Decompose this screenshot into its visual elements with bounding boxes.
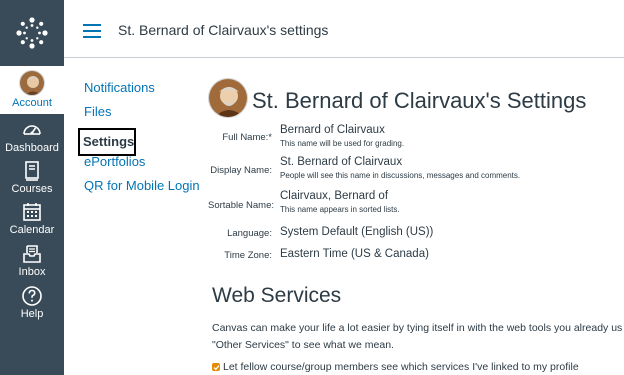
language-value[interactable]: System Default (English (US))	[280, 226, 433, 248]
sortable-name-value-group: Clairvaux, Bernard of This name appears …	[280, 190, 400, 226]
time-zone-label: Time Zone:	[224, 250, 272, 261]
nav-calendar[interactable]: Calendar	[0, 201, 64, 236]
calendar-icon	[23, 203, 41, 221]
page-header: St. Bernard of Clairvaux's settings	[64, 0, 624, 58]
display-name-label: Display Name:	[210, 165, 272, 176]
web-services-line-1: Canvas can make your life a lot easier b…	[212, 322, 623, 334]
speedometer-icon	[23, 125, 41, 135]
display-name-value-group: St. Bernard of Clairvaux People will see…	[280, 156, 520, 190]
share-services-label: Let fellow course/group members see whic…	[223, 361, 579, 373]
page-title: St. Bernard of Clairvaux's Settings	[252, 88, 587, 113]
global-nav: Account Dashboard Courses Calendar Inbox…	[0, 0, 64, 375]
profile-fields: Full Name:* Bernard of Clairvaux This na…	[208, 124, 624, 270]
nav-label: Calendar	[9, 224, 55, 236]
share-services-option[interactable]: Let fellow course/group members see whic…	[212, 361, 579, 373]
question-circle-icon	[22, 286, 42, 306]
profile-avatar[interactable]	[208, 78, 248, 118]
time-zone-row: Time Zone: Eastern Time (US & Canada)	[208, 248, 624, 270]
nav-dashboard[interactable]: Dashboard	[0, 119, 64, 154]
full-name-label: Full Name:*	[222, 132, 272, 143]
web-services-title: Web Services	[212, 284, 342, 307]
canvas-logo-icon[interactable]	[0, 0, 64, 66]
full-name-hint: This name will be used for grading.	[280, 139, 405, 148]
sortable-name-value[interactable]: Clairvaux, Bernard of	[280, 190, 400, 202]
subnav-files[interactable]: Files	[84, 104, 194, 128]
nav-inbox[interactable]: Inbox	[0, 243, 64, 278]
subnav-eportfolios[interactable]: ePortfolios	[84, 154, 194, 178]
app: Account Dashboard Courses Calendar Inbox…	[0, 0, 624, 375]
sortable-name-label: Sortable Name:	[208, 200, 275, 211]
nav-courses[interactable]: Courses	[0, 160, 64, 195]
display-name-value[interactable]: St. Bernard of Clairvaux	[280, 156, 520, 168]
subnav-settings[interactable]: Settings	[78, 128, 136, 156]
breadcrumb: St. Bernard of Clairvaux's settings	[118, 22, 329, 38]
display-name-hint: People will see this name in discussions…	[280, 171, 521, 180]
inbox-icon	[23, 245, 41, 263]
nav-account[interactable]: Account	[0, 66, 64, 114]
settings-content: St. Bernard of Clairvaux's Settings Full…	[208, 72, 624, 270]
nav-label: Courses	[11, 183, 53, 195]
display-name-row: Display Name: St. Bernard of Clairvaux P…	[208, 156, 624, 190]
subnav-qr-mobile-login[interactable]: QR for Mobile Login	[84, 178, 200, 202]
full-name-value[interactable]: Bernard of Clairvaux	[280, 124, 404, 136]
nav-label: Help	[20, 308, 44, 320]
subnav-notifications[interactable]: Notifications	[84, 80, 194, 104]
profile-header: St. Bernard of Clairvaux's Settings	[208, 72, 624, 124]
sortable-name-hint: This name appears in sorted lists.	[280, 205, 400, 214]
language-label: Language:	[227, 228, 272, 239]
web-services-description: Canvas can make your life a lot easier b…	[212, 320, 622, 354]
full-name-value-group: Bernard of Clairvaux This name will be u…	[280, 124, 404, 156]
nav-label: Account	[12, 97, 52, 109]
account-avatar	[19, 70, 45, 96]
web-services-line-2: "Other Services" to see what we mean.	[212, 339, 394, 351]
sortable-name-row: Sortable Name: Clairvaux, Bernard of Thi…	[208, 190, 624, 226]
language-row: Language: System Default (English (US))	[208, 226, 624, 248]
checkmark-icon	[213, 364, 219, 370]
nav-help[interactable]: Help	[0, 285, 64, 320]
full-name-row: Full Name:* Bernard of Clairvaux This na…	[208, 124, 624, 156]
account-subnav: Notifications Files Settings ePortfolios…	[78, 80, 200, 202]
share-services-checkbox[interactable]	[212, 363, 220, 371]
hamburger-menu-icon[interactable]	[83, 24, 101, 38]
nav-label: Dashboard	[5, 142, 59, 154]
book-icon	[25, 161, 39, 181]
time-zone-value[interactable]: Eastern Time (US & Canada)	[280, 248, 429, 270]
nav-label: Inbox	[18, 266, 46, 278]
